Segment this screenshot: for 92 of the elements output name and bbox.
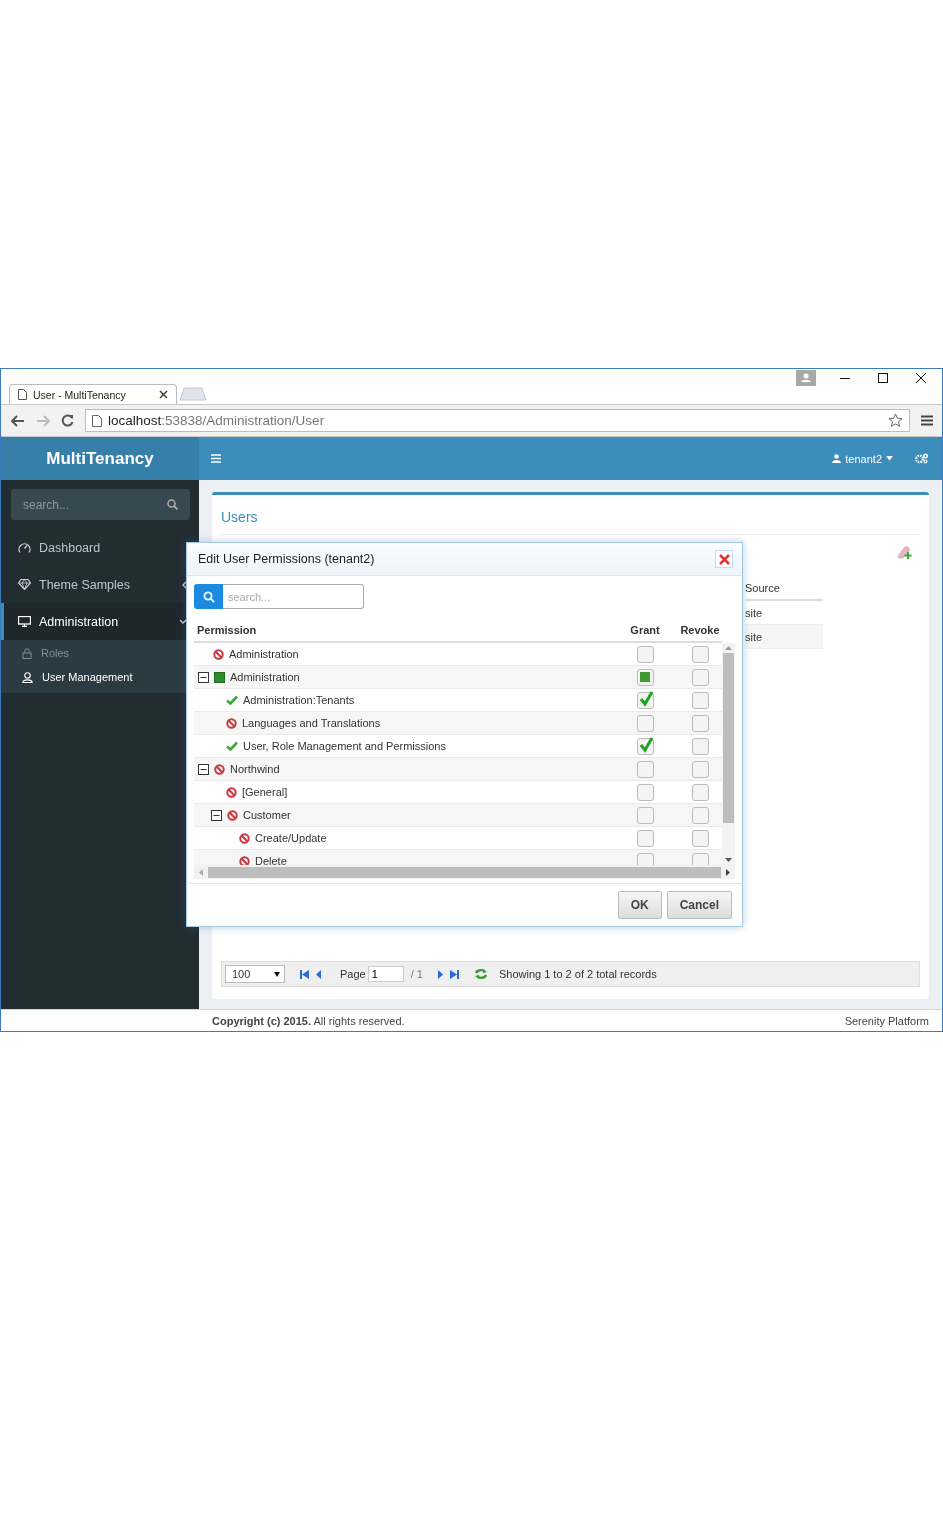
horizontal-scrollbar[interactable] — [194, 865, 735, 879]
refresh-icon[interactable] — [473, 968, 488, 980]
diamond-icon — [18, 579, 31, 590]
grant-checkbox[interactable] — [636, 714, 654, 732]
user-menu[interactable]: tenant2 — [832, 452, 893, 465]
permission-label: Delete — [255, 855, 287, 865]
grant-checkbox[interactable] — [636, 668, 654, 686]
search-icon[interactable] — [202, 590, 215, 603]
maximize-icon[interactable] — [878, 373, 888, 383]
grant-checkbox[interactable] — [636, 760, 654, 778]
permission-label: Create/Update — [255, 832, 327, 844]
revoke-checkbox[interactable] — [691, 668, 709, 686]
page-size-select[interactable]: 100 — [225, 965, 285, 983]
revoke-checkbox[interactable] — [691, 691, 709, 709]
collapse-icon[interactable] — [198, 671, 209, 683]
reload-icon[interactable] — [61, 414, 74, 427]
grant-checkbox[interactable] — [636, 691, 654, 709]
platform-text: Serenity Platform — [844, 1014, 929, 1027]
user-icon — [832, 454, 842, 463]
page-icon — [18, 389, 27, 400]
permission-label: Administration — [230, 671, 300, 683]
revoke-checkbox[interactable] — [691, 783, 709, 801]
browser-tab[interactable]: User - MultiTenancy — [9, 384, 177, 404]
permission-search-field[interactable]: search... — [223, 584, 364, 609]
grant-checkbox[interactable] — [636, 829, 654, 847]
previous-page-icon[interactable] — [316, 969, 321, 979]
column-header[interactable]: Revoke — [678, 623, 722, 636]
sidebar-search-field[interactable]: search... — [11, 489, 190, 520]
forward-arrow-icon[interactable] — [36, 414, 50, 427]
user-icon[interactable] — [796, 370, 816, 386]
revoke-checkbox[interactable] — [691, 852, 709, 865]
page-icon — [92, 414, 102, 427]
revoke-checkbox[interactable] — [691, 829, 709, 847]
permission-label: Languages and Translations — [242, 717, 381, 729]
close-icon[interactable] — [159, 390, 168, 399]
scroll-up-icon[interactable] — [725, 646, 732, 650]
close-icon[interactable] — [916, 373, 926, 383]
menu-icon[interactable] — [921, 415, 933, 426]
dialog-button[interactable]: OK — [617, 891, 662, 919]
revoke-checkbox[interactable] — [691, 645, 709, 663]
add-user-icon[interactable] — [896, 544, 912, 559]
close-button[interactable] — [715, 550, 733, 568]
revoke-checkbox[interactable] — [691, 760, 709, 778]
settings-icon[interactable] — [915, 453, 928, 464]
vertical-scrollbar[interactable] — [722, 643, 735, 865]
back-arrow-icon[interactable] — [11, 414, 25, 427]
first-page-icon[interactable] — [300, 969, 309, 979]
dialog-title: Edit User Permissions (tenant2) — [198, 552, 375, 566]
sidebar-item[interactable]: Theme Samples — [0, 566, 199, 603]
sidebar-subitem[interactable]: Roles — [1, 641, 199, 665]
panel-title: Users — [221, 508, 258, 525]
grant-checkbox[interactable] — [636, 737, 654, 755]
grant-checkbox[interactable] — [636, 806, 654, 824]
column-header[interactable]: Grant — [612, 623, 678, 636]
caret-icon — [886, 456, 893, 461]
page-number-field[interactable]: 1 — [367, 966, 404, 982]
person-icon — [22, 671, 33, 683]
revoke-checkbox[interactable] — [691, 714, 709, 732]
caret-icon — [274, 971, 280, 977]
permission-label: User, Role Management and Permissions — [243, 740, 446, 752]
address-field[interactable]: localhost:53838/Administration/User — [85, 409, 910, 432]
dashboard-icon — [18, 541, 31, 554]
grant-checkbox[interactable] — [636, 645, 654, 663]
dialog-button[interactable]: Cancel — [666, 891, 732, 919]
collapse-icon[interactable] — [211, 809, 222, 821]
collapse-icon[interactable] — [198, 763, 209, 775]
last-page-icon[interactable] — [449, 969, 459, 979]
grant-checkbox[interactable] — [636, 852, 654, 865]
permission-label: Customer — [243, 809, 291, 821]
table-cell: site — [745, 625, 823, 649]
sidebar-subitem[interactable]: User Management — [1, 665, 199, 689]
permission-label: Northwind — [230, 763, 280, 775]
column-header[interactable]: Source — [745, 577, 823, 601]
sidebar-item[interactable]: Dashboard — [0, 529, 199, 566]
star-icon[interactable] — [888, 413, 903, 428]
search-icon[interactable] — [167, 499, 178, 510]
revoke-checkbox[interactable] — [691, 737, 709, 755]
page-total: / 1 — [410, 968, 423, 980]
page-label: Page — [340, 968, 366, 980]
revoke-checkbox[interactable] — [691, 806, 709, 824]
records-status: Showing 1 to 2 of 2 total records — [498, 968, 657, 980]
scroll-down-icon[interactable] — [725, 858, 732, 862]
monitor-icon — [18, 616, 31, 627]
next-page-icon[interactable] — [437, 969, 443, 979]
lock-icon — [22, 647, 32, 659]
grant-checkbox[interactable] — [636, 783, 654, 801]
scroll-right-icon[interactable] — [726, 868, 730, 876]
permission-label: Administration:Tenants — [243, 694, 355, 706]
permission-label: [General] — [242, 786, 288, 798]
search-button[interactable] — [194, 584, 223, 609]
copyright-text: Copyright (c) 2015. All rights reserved. — [212, 1014, 405, 1027]
permission-label: Administration — [229, 648, 299, 660]
